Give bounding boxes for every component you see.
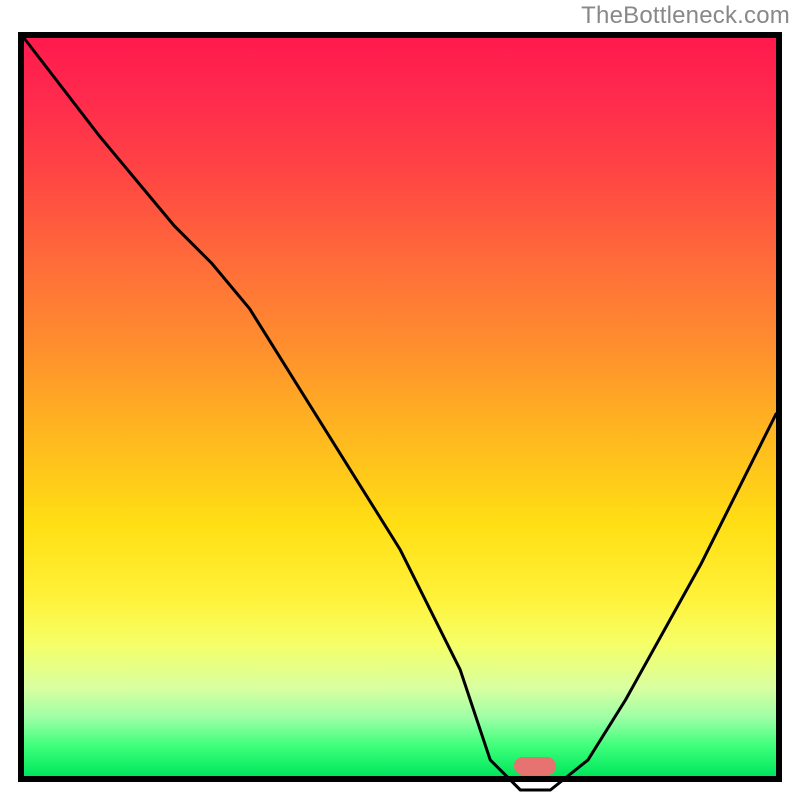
bottleneck-curve — [24, 38, 776, 790]
chart-container: TheBottleneck.com — [0, 0, 800, 800]
watermark-text: TheBottleneck.com — [581, 2, 790, 30]
optimal-marker — [514, 757, 556, 775]
chart-frame — [18, 32, 782, 782]
